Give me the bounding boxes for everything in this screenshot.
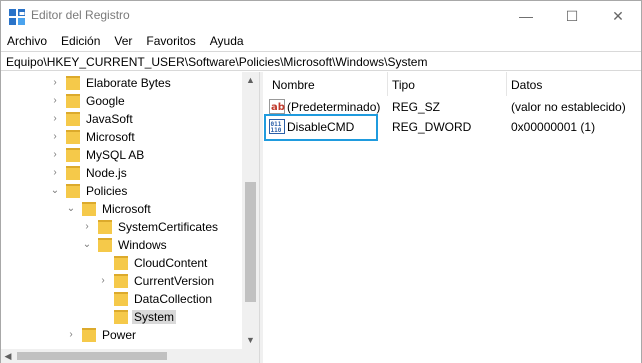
column-divider[interactable] [387, 72, 388, 96]
folder-icon [114, 310, 128, 324]
tree-item[interactable]: › MySQL AB [1, 146, 241, 164]
regedit-app-icon [9, 9, 25, 25]
registry-values-list: Nombre Tipo Datos ab (Predeterminado) RE… [263, 72, 641, 363]
tree-item[interactable]: › CurrentVersion [1, 272, 241, 290]
folder-icon [114, 256, 128, 270]
tree-item-label[interactable]: Windows [116, 238, 169, 252]
string-value-icon: ab [269, 99, 285, 114]
tree-item-label[interactable]: DataCollection [132, 292, 214, 306]
tree-item[interactable]: › JavaSoft [1, 110, 241, 128]
menu-ayuda[interactable]: Ayuda [203, 31, 251, 51]
chevron-down-icon[interactable]: ⌄ [50, 185, 60, 197]
folder-icon [66, 94, 80, 108]
scroll-down-icon[interactable]: ▼ [242, 332, 259, 349]
tree-item[interactable]: System [1, 308, 241, 326]
chevron-right-icon[interactable]: › [50, 149, 60, 161]
column-header-data[interactable]: Datos [511, 78, 542, 92]
chevron-right-icon[interactable] [98, 293, 108, 305]
tree-item-label[interactable]: JavaSoft [84, 112, 135, 126]
folder-icon [66, 184, 80, 198]
folder-icon [82, 202, 96, 216]
minimize-button[interactable]: — [503, 1, 549, 31]
folder-icon [98, 238, 112, 252]
value-data: 0x00000001 (1) [511, 120, 596, 134]
tree-item[interactable]: › SystemCertificates [1, 218, 241, 236]
menu-edicion[interactable]: Edición [54, 31, 107, 51]
chevron-down-icon[interactable]: ⌄ [82, 239, 92, 251]
tree-vertical-scrollbar[interactable]: ▲ ▼ [242, 72, 259, 349]
registry-key-tree: › Elaborate Bytes › Google › JavaSoft › Microso… [1, 72, 259, 349]
maximize-button[interactable]: ☐ [549, 1, 595, 31]
tree-item-label[interactable]: MySQL AB [84, 148, 146, 162]
value-data: (valor no establecido) [511, 100, 626, 114]
folder-icon [66, 76, 80, 90]
tree-item-label[interactable]: CloudContent [132, 256, 209, 270]
folder-icon [66, 112, 80, 126]
registry-editor-window: Editor del Registro — ☐ ✕ Archivo Edició… [0, 0, 642, 363]
chevron-right-icon[interactable] [98, 311, 108, 323]
tree-horizontal-scrollbar[interactable]: ◀ [1, 349, 259, 363]
folder-icon [82, 328, 96, 342]
folder-icon [66, 130, 80, 144]
chevron-right-icon[interactable]: › [50, 131, 60, 143]
tree-item[interactable]: ⌄ Policies [1, 182, 241, 200]
folder-icon [66, 148, 80, 162]
value-type: REG_DWORD [392, 120, 472, 134]
tree-item[interactable]: › Google [1, 92, 241, 110]
chevron-right-icon[interactable]: › [82, 221, 92, 233]
folder-icon [66, 166, 80, 180]
tree-item-label[interactable]: Power [100, 328, 138, 342]
hscroll-thumb[interactable] [17, 352, 167, 360]
tree-item-label[interactable]: Policies [84, 184, 129, 198]
chevron-right-icon[interactable]: › [98, 275, 108, 287]
scroll-left-icon[interactable]: ◀ [1, 349, 15, 363]
tree-item-label[interactable]: Node.js [84, 166, 129, 180]
menu-bar: Archivo Edición Ver Favoritos Ayuda [1, 31, 641, 51]
value-type: REG_SZ [392, 100, 441, 114]
scroll-up-icon[interactable]: ▲ [242, 72, 259, 89]
tree-item[interactable]: DataCollection [1, 290, 241, 308]
menu-favoritos[interactable]: Favoritos [139, 31, 202, 51]
value-name: (Predeterminado) [287, 100, 381, 114]
list-header: Nombre Tipo Datos [263, 72, 641, 96]
tree-item-label[interactable]: Google [84, 94, 127, 108]
column-header-name[interactable]: Nombre [272, 78, 315, 92]
tree-item-label[interactable]: SystemCertificates [116, 220, 220, 234]
folder-icon [114, 274, 128, 288]
address-path[interactable]: Equipo\HKEY_CURRENT_USER\Software\Polici… [6, 55, 427, 69]
window-title: Editor del Registro [31, 8, 130, 22]
column-divider[interactable] [506, 72, 507, 96]
chevron-down-icon[interactable]: ⌄ [66, 203, 76, 215]
tree-item-label[interactable]: System [132, 310, 177, 324]
column-header-type[interactable]: Tipo [392, 78, 415, 92]
tree-item-label[interactable]: Elaborate Bytes [84, 76, 173, 90]
tree-item-label[interactable]: CurrentVersion [132, 274, 216, 288]
tree-item[interactable]: ⌄ Windows [1, 236, 241, 254]
tree-item[interactable]: ⌄ Microsoft [1, 200, 241, 218]
chevron-right-icon[interactable]: › [50, 113, 60, 125]
close-button[interactable]: ✕ [595, 1, 641, 31]
title-bar[interactable]: Editor del Registro — ☐ ✕ [1, 1, 641, 31]
svg-text:ab: ab [271, 102, 285, 113]
tree-item[interactable]: › Power [1, 326, 241, 344]
chevron-right-icon[interactable]: › [66, 329, 76, 341]
folder-icon [98, 220, 112, 234]
menu-ver[interactable]: Ver [107, 31, 139, 51]
tree-item[interactable]: CloudContent [1, 254, 241, 272]
tree-item[interactable]: › Node.js [1, 164, 241, 182]
tree-item[interactable]: › Elaborate Bytes [1, 74, 241, 92]
tree-item-label[interactable]: Microsoft [84, 130, 137, 144]
chevron-right-icon[interactable]: › [50, 167, 60, 179]
address-bar[interactable]: Equipo\HKEY_CURRENT_USER\Software\Polici… [1, 51, 641, 71]
chevron-right-icon[interactable]: › [50, 77, 60, 89]
tree-item[interactable]: › Microsoft [1, 128, 241, 146]
chevron-right-icon[interactable] [98, 257, 108, 269]
folder-icon [114, 292, 128, 306]
tree-item-label[interactable]: Microsoft [100, 202, 153, 216]
highlight-box [264, 114, 378, 141]
chevron-right-icon[interactable]: › [50, 95, 60, 107]
menu-archivo[interactable]: Archivo [1, 31, 54, 51]
scroll-thumb[interactable] [245, 182, 256, 302]
